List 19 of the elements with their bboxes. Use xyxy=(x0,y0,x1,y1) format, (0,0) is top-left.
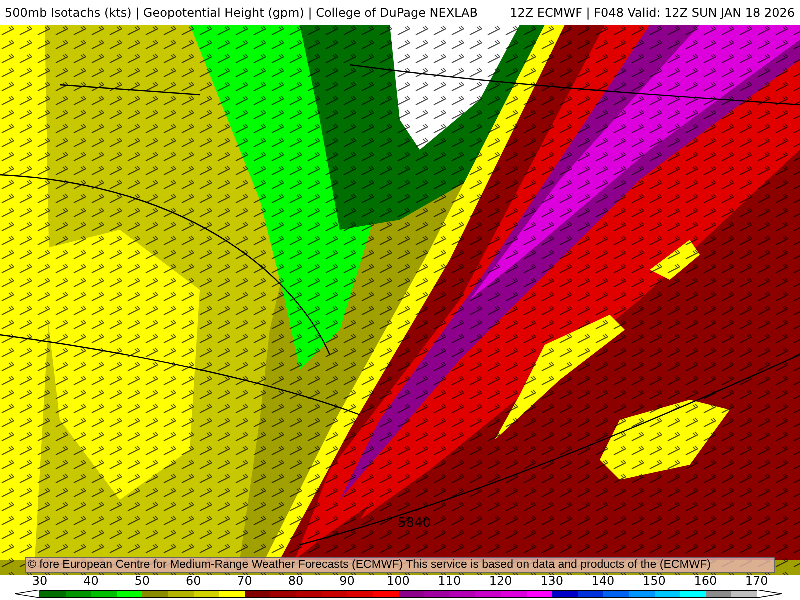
colorbar-label: 130 xyxy=(540,575,564,588)
colorbar-label: 170 xyxy=(744,575,770,588)
colorbar-label: 120 xyxy=(488,575,514,588)
colorbar-label: 160 xyxy=(693,575,718,588)
colorbar-label: 60 xyxy=(184,575,202,588)
colorbar-label: 70 xyxy=(236,575,254,588)
colorbar-label: 110 xyxy=(437,575,462,588)
colorbar-label: 80 xyxy=(287,575,305,588)
colorbar-label: 50 xyxy=(134,575,152,588)
contour-label: 5840 xyxy=(398,516,432,531)
map-title: 500mb Isotachs (kts) | Geopotential Height (gpm) | College of DuPage NEXLAB xyxy=(5,4,478,22)
colorbar-label: 30 xyxy=(31,575,49,588)
colorbar-label: 140 xyxy=(590,575,616,588)
attribution-banner: © fore European Centre for Medium-Range Weather Forecasts (ECMWF) This service is based on data and products of the (ECMWF) xyxy=(25,557,775,573)
colorbar-label: 150 xyxy=(642,575,667,588)
colorbar-label: 100 xyxy=(386,575,411,588)
colorbar-label: 90 xyxy=(338,575,356,588)
valid-time: 12Z ECMWF | F048 Valid: 12Z SUN JAN 18 2026 xyxy=(510,4,795,22)
colorbar-label: 40 xyxy=(82,575,100,588)
